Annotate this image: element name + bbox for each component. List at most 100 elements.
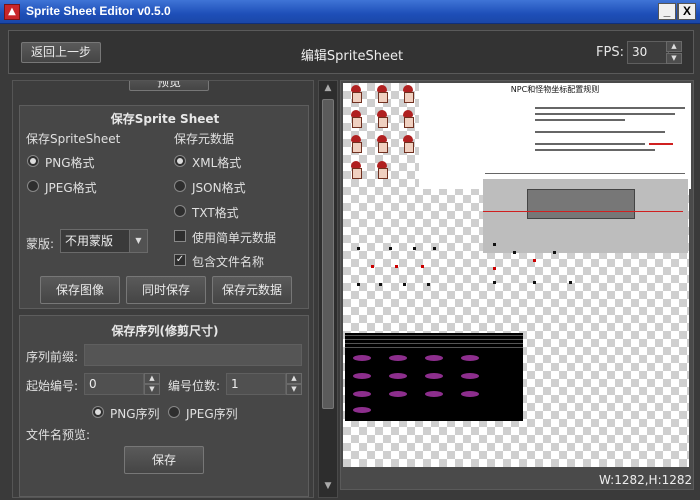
- marker: [493, 243, 496, 246]
- png-format-radio[interactable]: [27, 155, 39, 167]
- chevron-down-icon: ▼: [291, 385, 297, 393]
- title-bar: ▲ Sprite Sheet Editor v0.5.0 _ □: [0, 0, 700, 24]
- group-title-save-sequence: 保存序列(修剪尺寸): [111, 324, 219, 338]
- scrollbar-thumb[interactable]: [322, 99, 334, 409]
- simple-meta-label: 使用简单元数据: [192, 231, 277, 245]
- digits-input[interactable]: 1: [226, 373, 286, 395]
- mask-select-value: 不用蒙版: [65, 234, 114, 248]
- fps-input[interactable]: 30: [627, 41, 669, 64]
- marker: [553, 251, 556, 254]
- effect-frame: [389, 355, 407, 361]
- meta-format-heading: 保存元数据: [174, 132, 235, 146]
- start-number-input[interactable]: 0: [84, 373, 144, 395]
- save-metadata-button[interactable]: 保存元数据: [212, 276, 292, 304]
- settings-scrollbar[interactable]: ▲ ▼: [318, 80, 338, 498]
- txt-format-radio[interactable]: [174, 205, 186, 217]
- sprite-frame: [373, 161, 391, 179]
- sprite-frame: [373, 110, 391, 128]
- png-sequence-radio[interactable]: [92, 406, 104, 418]
- doc-text-line: [535, 113, 675, 115]
- chevron-down-icon: ▼: [149, 385, 155, 393]
- marker: [513, 251, 516, 254]
- header-bar: 返回上一步 编辑SpriteSheet FPS: 30 ▲ ▼: [8, 30, 694, 74]
- marker: [357, 283, 360, 286]
- save-sequence-button[interactable]: 保存: [124, 446, 204, 474]
- marker: [357, 247, 360, 250]
- doc-text-line: [535, 119, 625, 121]
- preview-panel: NPC和怪物坐标配置规则 W:1282,H:1282: [340, 80, 694, 490]
- app-icon: ▲: [4, 4, 20, 20]
- close-button[interactable]: X: [678, 3, 696, 20]
- effect-frame: [389, 391, 407, 397]
- marker: [569, 281, 572, 284]
- strip-line: [345, 343, 523, 344]
- doc-text-line: [535, 149, 655, 151]
- digits-up-button[interactable]: ▲: [286, 373, 302, 384]
- effect-frame: [353, 407, 371, 413]
- xml-format-label: XML格式: [192, 156, 242, 170]
- marker: [371, 265, 374, 268]
- png-format-label: PNG格式: [45, 156, 95, 170]
- strip-line: [345, 339, 523, 340]
- effect-frame: [461, 355, 479, 361]
- effect-frame: [461, 373, 479, 379]
- include-name-label: 包含文件名称: [192, 255, 265, 269]
- json-format-radio[interactable]: [174, 180, 186, 192]
- embedded-doc-image: NPC和怪物坐标配置规则: [419, 83, 691, 189]
- digits-down-button[interactable]: ▼: [286, 384, 302, 395]
- fps-label: FPS:: [596, 45, 624, 60]
- jpeg-format-radio[interactable]: [27, 180, 39, 192]
- mask-label: 蒙版:: [26, 237, 55, 251]
- save-both-button[interactable]: 同时保存: [126, 276, 206, 304]
- coordinate-diagram: [483, 179, 688, 253]
- doc-text-line: [535, 143, 645, 145]
- doc-dimension-line: [485, 173, 685, 174]
- effect-frame: [353, 391, 371, 397]
- chevron-up-icon: ▲: [291, 374, 297, 382]
- sprite-frame: [399, 135, 417, 153]
- chevron-up-icon: ▲: [149, 374, 155, 382]
- marker: [379, 283, 382, 286]
- marker: [427, 283, 430, 286]
- start-down-button[interactable]: ▼: [144, 384, 160, 395]
- scroll-up-arrow-icon[interactable]: ▲: [322, 83, 334, 95]
- save-sequence-group: 保存序列(修剪尺寸) 序列前缀: 起始编号: 0 ▲ ▼ 编号位数: 1 ▲ ▼…: [19, 315, 309, 497]
- start-up-button[interactable]: ▲: [144, 373, 160, 384]
- jpeg-sequence-radio[interactable]: [168, 406, 180, 418]
- jpeg-sequence-label: JPEG序列: [186, 407, 238, 421]
- minimize-button[interactable]: _: [658, 3, 676, 20]
- chevron-up-icon: ▲: [671, 42, 677, 50]
- fps-up-button[interactable]: ▲: [666, 41, 682, 52]
- effect-frame: [353, 373, 371, 379]
- include-name-checkbox[interactable]: ✓: [174, 254, 186, 266]
- save-image-button[interactable]: 保存图像: [40, 276, 120, 304]
- simple-meta-checkbox[interactable]: [174, 230, 186, 242]
- sprite-sheet-canvas[interactable]: NPC和怪物坐标配置规则: [343, 83, 691, 467]
- chevron-down-icon: ▼: [671, 54, 677, 62]
- effect-frame: [425, 391, 443, 397]
- mask-select[interactable]: 不用蒙版 ▼: [60, 229, 148, 253]
- window-title: Sprite Sheet Editor v0.5.0: [26, 4, 171, 18]
- xml-format-radio[interactable]: [174, 155, 186, 167]
- preview-button[interactable]: 预览: [129, 81, 209, 91]
- sheet-size-label: W:1282,H:1282: [599, 473, 693, 487]
- sheet-format-heading: 保存SpriteSheet: [26, 132, 121, 146]
- prefix-input[interactable]: [84, 344, 302, 366]
- save-spritesheet-group: 保存Sprite Sheet 保存SpriteSheet 保存元数据 PNG格式…: [19, 105, 309, 309]
- effect-frame: [425, 355, 443, 361]
- sprite-frame: [373, 85, 391, 103]
- sprite-frame: [373, 135, 391, 153]
- sprite-frame: [399, 85, 417, 103]
- doc-text-line: [535, 131, 665, 133]
- marker: [421, 265, 424, 268]
- sprite-frame: [347, 161, 365, 179]
- txt-format-label: TXT格式: [192, 206, 239, 220]
- effect-strip: [345, 333, 523, 421]
- marker: [433, 247, 436, 250]
- marker: [403, 283, 406, 286]
- fps-down-button[interactable]: ▼: [666, 53, 682, 64]
- strip-line: [345, 335, 523, 336]
- scroll-down-arrow-icon[interactable]: ▼: [322, 481, 334, 493]
- doc-title: NPC和怪物坐标配置规则: [510, 85, 600, 94]
- strip-line: [345, 347, 523, 348]
